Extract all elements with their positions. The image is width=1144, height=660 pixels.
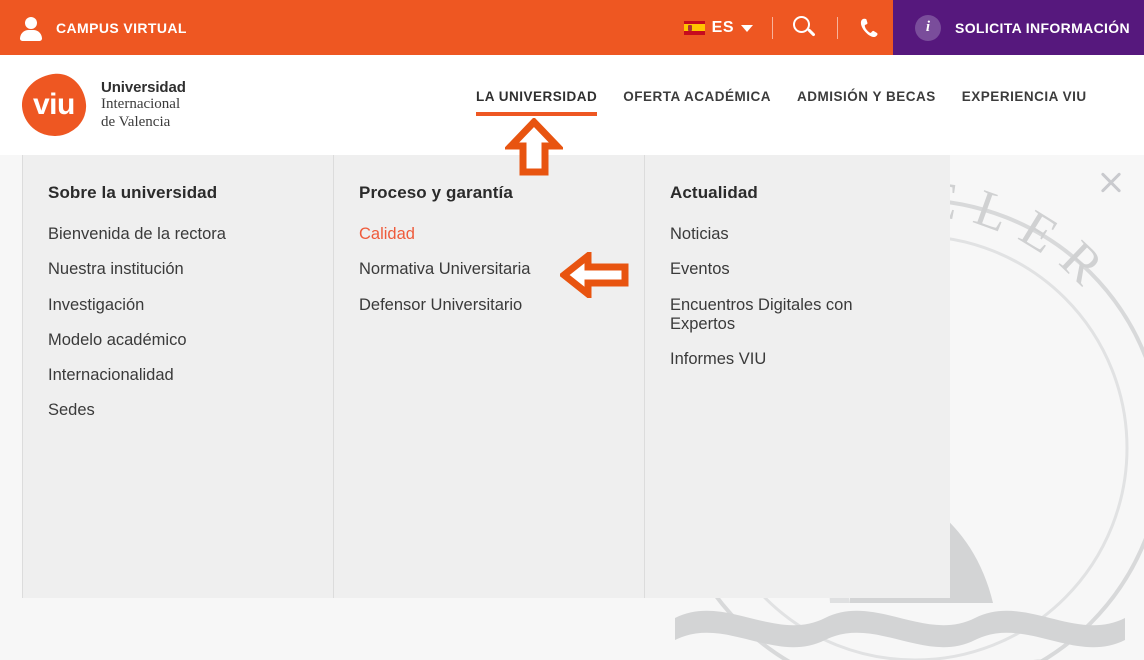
megamenu-close-button[interactable] (1096, 168, 1126, 198)
person-icon (20, 16, 42, 41)
megamenu-link-modelo-academico[interactable]: Modelo académico (48, 331, 280, 350)
language-selector[interactable]: ES (674, 19, 763, 37)
campus-virtual-label: CAMPUS VIRTUAL (56, 19, 187, 36)
megamenu-link-internacionalidad[interactable]: Internacionalidad (48, 366, 280, 385)
megamenu-column-actualidad: Actualidad Noticias Eventos Encuentros D… (644, 155, 950, 598)
megamenu-column-sobre-la-universidad: Sobre la universidad Bienvenida de la re… (23, 155, 333, 598)
chevron-down-icon (741, 25, 753, 32)
search-icon (793, 15, 817, 40)
spain-flag-icon (683, 20, 705, 35)
language-code-label: ES (711, 18, 734, 36)
megamenu-link-noticias[interactable]: Noticias (670, 225, 902, 244)
megamenu-link-normativa-universitaria[interactable]: Normativa Universitaria (359, 260, 591, 279)
nav-item-admision-y-becas[interactable]: ADMISIÓN Y BECAS (797, 89, 962, 104)
megamenu-link-investigacion[interactable]: Investigación (48, 296, 280, 315)
megamenu-link-defensor-universitario[interactable]: Defensor Universitario (359, 296, 591, 315)
megamenu-link-informes-viu[interactable]: Informes VIU (670, 350, 902, 369)
solicita-informacion-button[interactable]: i SOLICITA INFORMACIÓN (893, 0, 1144, 55)
megamenu-link-bienvenida-de-la-rectora[interactable]: Bienvenida de la rectora (48, 225, 280, 244)
megamenu-link-sedes[interactable]: Sedes (48, 401, 280, 420)
megamenu-link-calidad[interactable]: Calidad (359, 225, 591, 244)
megamenu-column-proceso-y-garantia: Proceso y garantía Calidad Normativa Uni… (333, 155, 644, 598)
info-circle-icon: i (915, 14, 941, 41)
top-bar-right-group: ES i SOLICITA INFORMACIÓN (674, 0, 1144, 55)
megamenu-panel: Sobre la universidad Bienvenida de la re… (22, 155, 950, 598)
phone-button[interactable] (847, 16, 893, 40)
megamenu-link-nuestra-institucion[interactable]: Nuestra institución (48, 260, 280, 279)
nav-item-oferta-academica[interactable]: OFERTA ACADÉMICA (623, 89, 797, 104)
nav-item-la-universidad[interactable]: LA UNIVERSIDAD (476, 89, 623, 116)
campus-virtual-link[interactable]: CAMPUS VIRTUAL (20, 0, 187, 55)
megamenu-link-encuentros-digitales-con-expertos[interactable]: Encuentros Digitales con Expertos (670, 296, 902, 335)
main-navigation: LA UNIVERSIDAD OFERTA ACADÉMICA ADMISIÓN… (0, 55, 1144, 155)
divider (837, 16, 838, 39)
page-root: AVIVM CELER E CAMPUS VIRTUAL ES (0, 0, 1144, 660)
solicita-informacion-label: SOLICITA INFORMACIÓN (955, 19, 1130, 36)
main-nav-items: LA UNIVERSIDAD OFERTA ACADÉMICA ADMISIÓN… (476, 89, 1113, 116)
megamenu-column-title: Sobre la universidad (48, 183, 218, 202)
top-utility-bar: CAMPUS VIRTUAL ES i SOLICITA INFORMACIÓN (0, 0, 1144, 55)
site-header: viu Universidad Internacional de Valenci… (0, 55, 1144, 155)
megamenu-column-title: Actualidad (670, 183, 758, 202)
megamenu-link-eventos[interactable]: Eventos (670, 260, 902, 279)
divider (772, 16, 773, 39)
phone-icon (860, 18, 878, 37)
search-button[interactable] (782, 15, 828, 40)
nav-item-experiencia-viu[interactable]: EXPERIENCIA VIU (962, 89, 1113, 104)
megamenu-column-title: Proceso y garantía (359, 183, 513, 202)
